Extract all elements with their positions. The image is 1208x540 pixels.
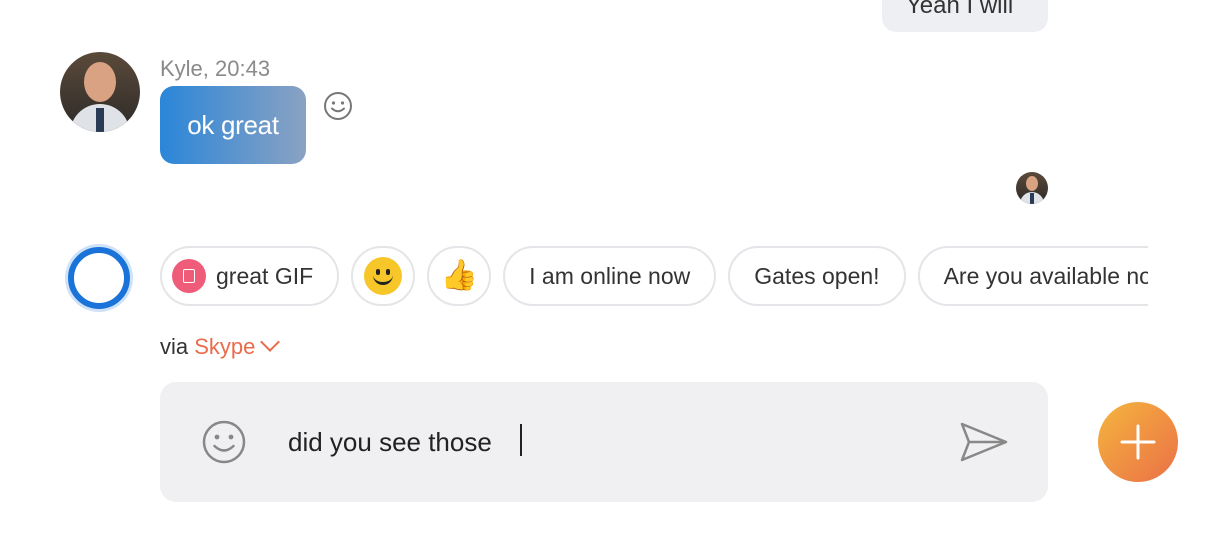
add-reaction-smiley-icon[interactable] bbox=[322, 90, 354, 122]
emoji-picker-icon[interactable] bbox=[200, 418, 248, 466]
read-receipt-avatar bbox=[1016, 172, 1048, 204]
sender-avatar[interactable] bbox=[60, 52, 140, 132]
suggestion-label: I am online now bbox=[529, 262, 691, 289]
suggestion-label: Gates open! bbox=[754, 262, 880, 289]
text-caret bbox=[520, 424, 522, 456]
message-composer bbox=[160, 382, 1048, 502]
incoming-message-bubble[interactable]: ok great bbox=[160, 86, 306, 164]
suggestion-chips: great GIF 👍 I am online now Gates open! … bbox=[160, 246, 1148, 310]
suggestion-chip-text[interactable]: Are you available no bbox=[917, 246, 1148, 306]
send-icon[interactable] bbox=[958, 418, 1010, 466]
suggestion-label: Are you available no bbox=[943, 262, 1148, 289]
via-service-name: Skype bbox=[194, 334, 256, 359]
send-via-selector[interactable]: via Skype bbox=[160, 332, 281, 360]
suggestion-chip-gif[interactable]: great GIF bbox=[160, 246, 340, 306]
gif-icon bbox=[172, 259, 206, 293]
message-sender-time: Kyle, 20:43 bbox=[160, 56, 271, 81]
thumbs-up-emoji-icon: 👍 bbox=[440, 259, 478, 292]
suggestion-label: great GIF bbox=[216, 262, 314, 289]
add-button[interactable] bbox=[1098, 402, 1178, 482]
suggestion-chip-text[interactable]: Gates open! bbox=[728, 246, 906, 306]
previous-outgoing-message: Yeah I will bbox=[882, 0, 1048, 32]
chevron-down-icon bbox=[260, 332, 281, 352]
smiley-emoji-icon bbox=[364, 257, 403, 295]
message-input[interactable] bbox=[288, 420, 908, 464]
suggestion-chip-text[interactable]: I am online now bbox=[503, 246, 717, 306]
cortana-icon[interactable] bbox=[68, 247, 130, 309]
via-label: via bbox=[160, 334, 189, 359]
previous-message-text: Yeah I will bbox=[906, 0, 1014, 19]
suggestion-chip-thumbs-up[interactable]: 👍 bbox=[427, 246, 492, 306]
suggestion-chip-smiley[interactable] bbox=[351, 246, 416, 306]
plus-icon bbox=[1120, 424, 1156, 460]
